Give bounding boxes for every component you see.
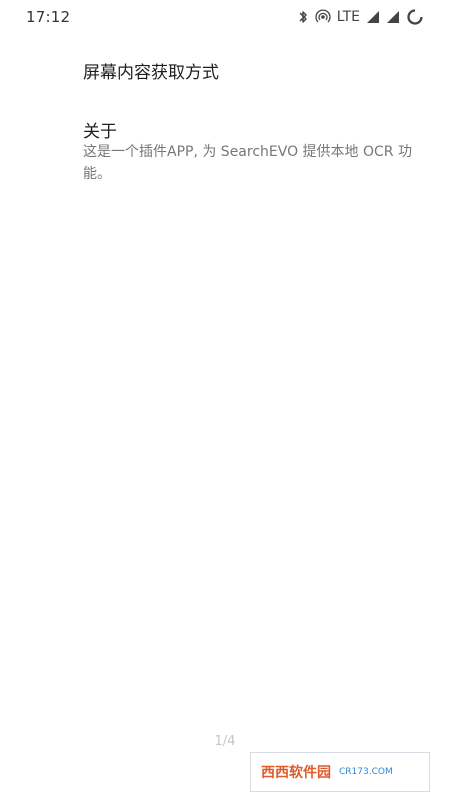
signal-icon [366,10,380,24]
status-time: 17:12 [26,8,71,26]
about-description: 这是一个插件APP, 为 SearchEVO 提供本地 OCR 功能。 [83,144,412,182]
screen-content-pref-item[interactable]: 屏幕内容获取方式 [83,58,219,83]
about-title: 关于 [83,122,117,142]
watermark-site: CR173.COM [339,767,393,777]
lte-label: LTE [336,9,360,25]
status-icons: LTE [297,7,424,27]
battery-ring-icon [406,8,424,26]
signal-icon-2 [386,10,400,24]
status-bar: 17:12 LTE [0,0,450,34]
page-indicator: 1/4 [214,734,236,749]
watermark-brand: 西西软件园 [261,765,331,781]
bluetooth-icon [297,9,309,25]
hotspot-icon [315,9,331,25]
watermark: 西西软件园 CR173.COM [250,752,430,792]
